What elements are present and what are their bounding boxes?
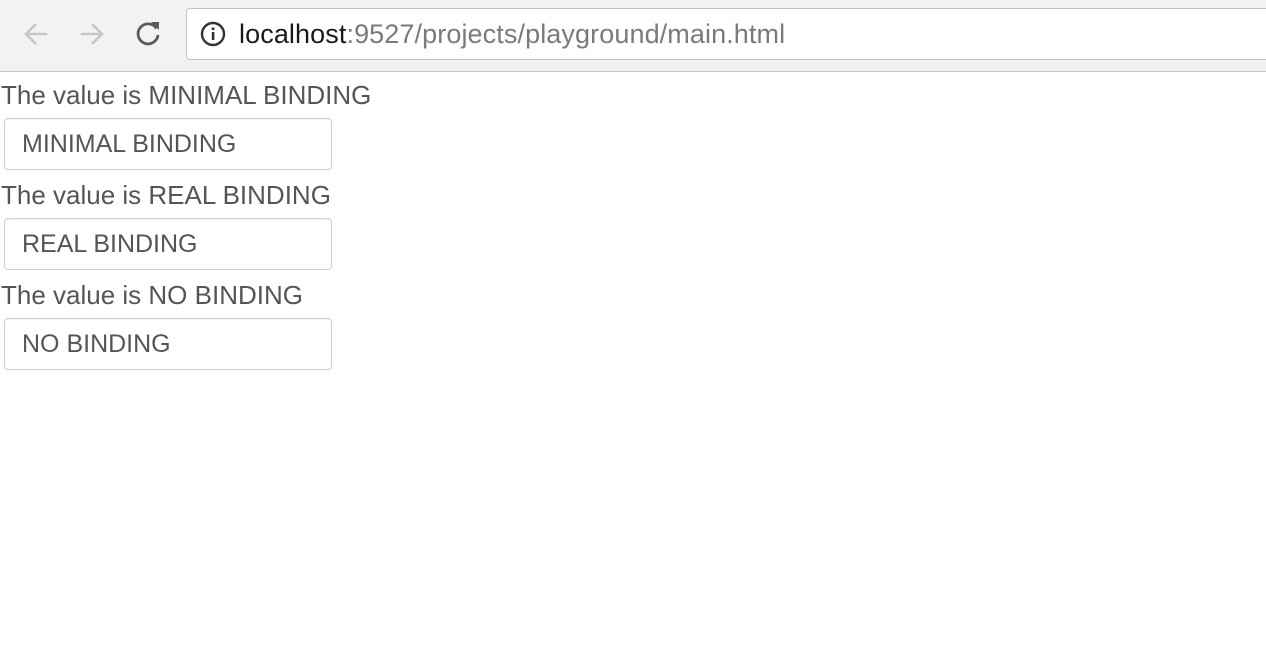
reload-button[interactable] — [130, 16, 166, 52]
address-bar[interactable]: localhost:9527/projects/playground/main.… — [186, 8, 1266, 60]
back-button[interactable] — [18, 16, 54, 52]
page-content: The value is MINIMAL BINDING The value i… — [0, 72, 1266, 370]
arrow-left-icon — [24, 23, 48, 45]
url-host: localhost — [239, 18, 347, 49]
minimal-binding-input[interactable] — [4, 118, 332, 170]
real-binding-label: The value is REAL BINDING — [1, 180, 331, 210]
info-icon[interactable] — [199, 20, 227, 48]
reload-icon — [136, 22, 160, 46]
minimal-binding-label: The value is MINIMAL BINDING — [1, 80, 372, 110]
no-binding-label: The value is NO BINDING — [1, 280, 303, 310]
browser-toolbar: localhost:9527/projects/playground/main.… — [0, 0, 1266, 72]
arrow-right-icon — [80, 23, 104, 45]
url-path: :9527/projects/playground/main.html — [346, 18, 786, 49]
real-binding-input[interactable] — [4, 218, 332, 270]
no-binding-input[interactable] — [4, 318, 332, 370]
url-text: localhost:9527/projects/playground/main.… — [239, 19, 785, 50]
forward-button[interactable] — [74, 16, 110, 52]
